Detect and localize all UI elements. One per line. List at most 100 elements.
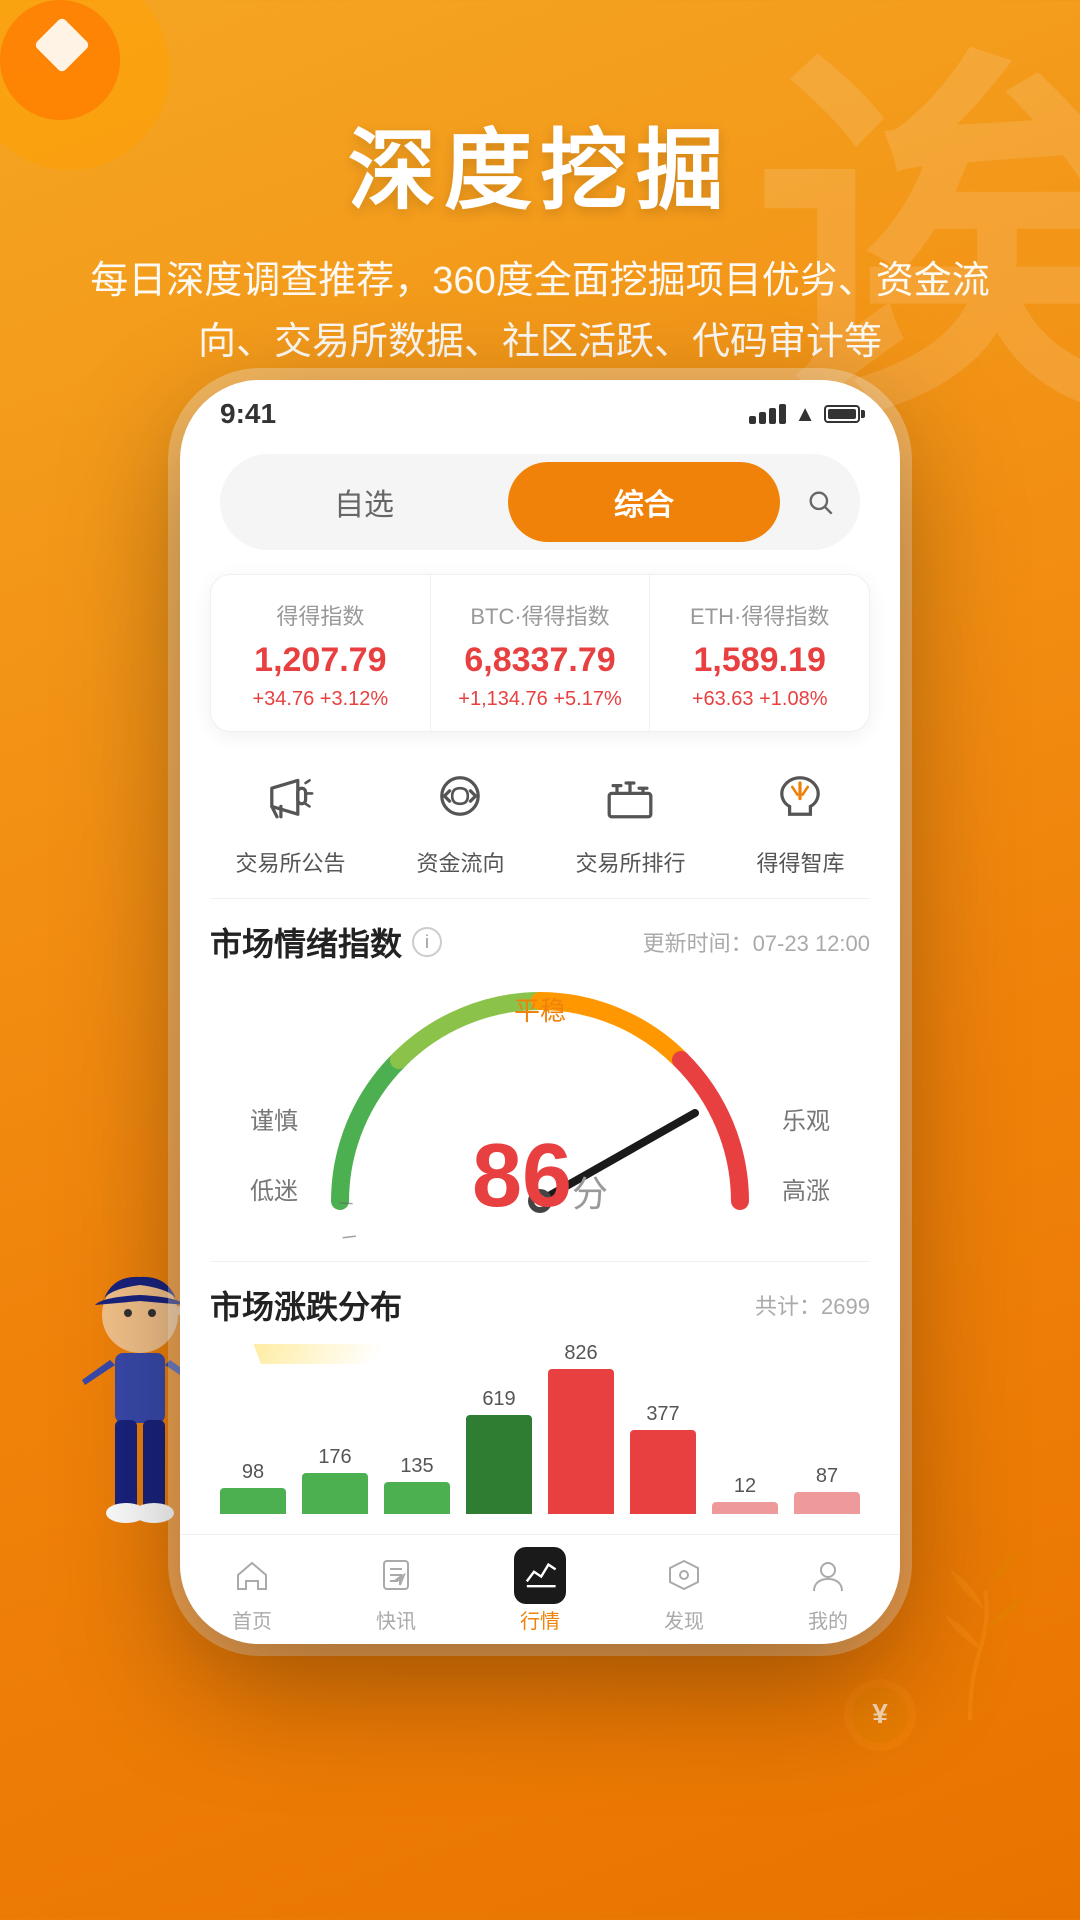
update-time: 更新时间：07-23 12:00 [643,926,870,958]
index-change-0: +34.76 +3.12% [221,688,420,711]
plant-decoration [900,1520,1040,1720]
divider-1 [210,898,870,899]
bar-label-2: 135 [400,1455,433,1478]
bottom-nav: 首页 快讯 [180,1534,900,1644]
bar-label-7: 87 [816,1465,838,1488]
quick-menu: 交易所公告 资金流向 [200,756,880,878]
bar-group-7: 87 [794,1465,860,1514]
menu-item-2[interactable]: 交易所排行 [575,756,685,878]
label-cautious: 谨慎 [250,1101,298,1136]
index-cards: 得得指数 1,207.79 +34.76 +3.12% BTC·得得指数 6,8… [210,574,870,732]
index-card-0: 得得指数 1,207.79 +34.76 +3.12% [211,575,431,731]
bar-label-1: 176 [318,1446,351,1469]
dist-total: 共计：2699 [755,1289,870,1321]
dist-header: 市场涨跌分布 共计：2699 [210,1282,870,1328]
label-low: 低迷 [250,1171,298,1206]
index-value-2: 1,589.19 [660,641,859,680]
menu-label-1: 资金流向 [416,846,504,878]
main-title: 深度挖掘 [0,100,1080,227]
nav-label-profile: 我的 [808,1605,848,1634]
bar-group-1: 176 [302,1446,368,1514]
bar-0 [220,1488,286,1514]
bar-group-0: 98 [220,1461,286,1514]
sentiment-header: 市场情绪指数 i 更新时间：07-23 12:00 [180,919,900,965]
index-card-1: BTC·得得指数 6,8337.79 +1,134.76 +5.17% [431,575,651,731]
bar-group-2: 135 [384,1455,450,1514]
tab-bar: 自选 综合 [220,454,860,550]
divider-2 [210,1261,870,1262]
dist-title: 市场涨跌分布 [210,1282,402,1328]
nav-label-home: 首页 [232,1605,272,1634]
gauge-score: 86分 [472,1131,608,1221]
index-change-1: +1,134.76 +5.17% [441,688,640,711]
market-distribution: 市场涨跌分布 共计：2699 98 176 135 619 826 377 12 87 [180,1282,900,1514]
coin-decoration: ¥ [840,1675,920,1760]
label-surge: 高涨 [782,1171,830,1206]
menu-item-1[interactable]: 资金流向 [416,756,504,878]
index-change-2: +63.63 +1.08% [660,688,859,711]
bar-label-6: 12 [734,1475,756,1498]
bar-label-0: 98 [242,1461,264,1484]
gauge-container: 平稳 谨慎 乐观 低迷 高涨 86分 [220,981,860,1241]
tab-comprehensive[interactable]: 综合 [508,462,780,542]
bar-group-6: 12 [712,1475,778,1514]
index-label-2: ETH·得得指数 [660,599,859,631]
search-button[interactable] [788,462,852,542]
label-optimistic: 乐观 [782,1101,830,1136]
flash-icon [372,1551,420,1599]
index-label-0: 得得指数 [221,599,420,631]
status-time: 9:41 [220,398,276,430]
menu-item-3[interactable]: 得得智库 [756,756,844,878]
label-top: 平稳 [514,991,566,1028]
exchange-icon [590,756,670,836]
bar-group-4: 826 [548,1342,614,1514]
nav-item-discover[interactable]: 发现 [612,1551,756,1634]
ray-decoration [210,1344,870,1364]
nav-label-market: 行情 [520,1605,560,1634]
menu-label-0: 交易所公告 [235,846,345,878]
phone-mockup: 9:41 ▲ 自选 综合 [180,380,900,1644]
sentiment-title: 市场情绪指数 [210,919,402,965]
nav-label-discover: 发现 [664,1605,704,1634]
bar-label-5: 377 [646,1403,679,1426]
discover-icon [660,1551,708,1599]
bar-chart: 981761356198263771287 [210,1354,870,1514]
wifi-icon: ▲ [794,401,816,427]
bar-3 [466,1415,532,1514]
signal-icon [749,404,786,424]
nav-item-profile[interactable]: 我的 [756,1551,900,1634]
announcement-icon [250,756,330,836]
bar-group-5: 377 [630,1403,696,1514]
profile-icon [804,1551,852,1599]
tab-custom[interactable]: 自选 [228,462,500,542]
bar-label-3: 619 [482,1388,515,1411]
phone-notch [440,380,640,416]
info-icon[interactable]: i [412,927,442,957]
circulation-icon [420,756,500,836]
menu-label-3: 得得智库 [756,846,844,878]
bar-4 [548,1369,614,1514]
svg-text:¥: ¥ [872,1698,888,1729]
nav-item-flash[interactable]: 快讯 [324,1551,468,1634]
bar-group-3: 619 [466,1388,532,1514]
phone-shell: 9:41 ▲ 自选 综合 [180,380,900,1644]
bar-2 [384,1482,450,1514]
sub-title: 每日深度调查推荐，360度全面挖掘项目优劣、资金流向、交易所数据、社区活跃、代码… [0,251,1080,373]
nav-label-flash: 快讯 [376,1605,416,1634]
index-card-2: ETH·得得指数 1,589.19 +63.63 +1.08% [650,575,869,731]
battery-icon [824,405,860,423]
home-icon [228,1551,276,1599]
think-tank-icon [760,756,840,836]
bar-6 [712,1502,778,1514]
bar-5 [630,1430,696,1514]
index-value-1: 6,8337.79 [441,641,640,680]
menu-label-2: 交易所排行 [575,846,685,878]
index-label-1: BTC·得得指数 [441,599,640,631]
index-value-0: 1,207.79 [221,641,420,680]
status-icons: ▲ [749,401,860,427]
nav-item-home[interactable]: 首页 [180,1551,324,1634]
nav-item-market[interactable]: 行情 [468,1551,612,1634]
header-section: 深度挖掘 每日深度调查推荐，360度全面挖掘项目优劣、资金流向、交易所数据、社区… [0,0,1080,373]
chart-icon [516,1551,564,1599]
menu-item-0[interactable]: 交易所公告 [235,756,345,878]
